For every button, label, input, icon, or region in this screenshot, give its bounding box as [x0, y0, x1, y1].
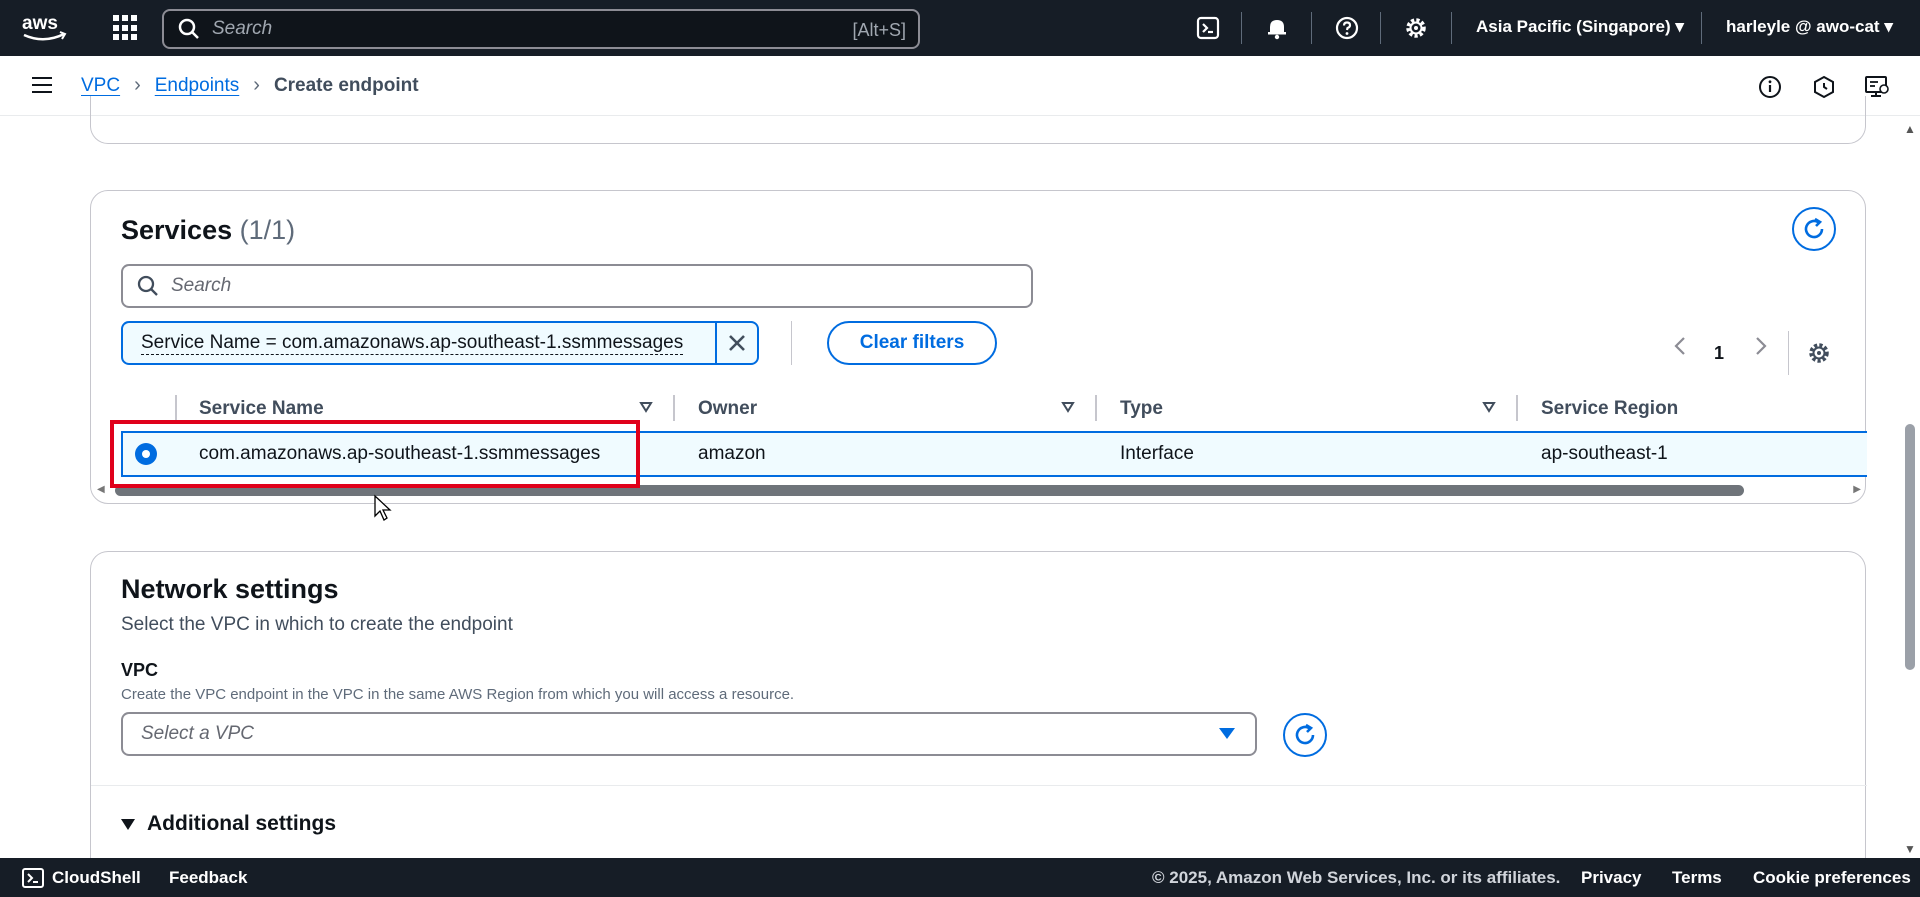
vpc-refresh-button[interactable] — [1283, 713, 1327, 757]
cell-region: ap-southeast-1 — [1541, 443, 1668, 464]
scroll-up-icon[interactable]: ▲ — [1904, 122, 1916, 136]
account-label: harleyle @ awo-cat — [1726, 17, 1880, 36]
notifications-bell-icon[interactable] — [1265, 16, 1289, 40]
next-page-icon[interactable] — [1754, 335, 1768, 357]
services-search-input[interactable]: Search — [121, 264, 1033, 308]
additional-settings-label: Additional settings — [147, 812, 336, 835]
help-icon[interactable] — [1335, 16, 1359, 40]
sort-down-icon[interactable] — [639, 400, 653, 414]
sort-down-icon[interactable] — [1482, 400, 1496, 414]
pager-divider — [1788, 331, 1789, 375]
vpc-label: VPC — [121, 660, 159, 680]
additional-settings-toggle[interactable]: Additional settings — [121, 812, 336, 836]
caret-down-icon: ▾ — [1884, 17, 1893, 36]
caret-down-icon: ▾ — [1675, 17, 1684, 36]
section-divider — [91, 785, 1867, 786]
global-search-input[interactable]: Search [Alt+S] — [162, 9, 920, 49]
account-menu[interactable]: harleyle @ awo-cat ▾ — [1726, 17, 1893, 37]
footer-privacy-link[interactable]: Privacy — [1581, 868, 1642, 888]
network-settings-panel: Network settings Select the VPC in which… — [90, 551, 1867, 891]
filter-divider — [791, 321, 792, 365]
region-selector[interactable]: Asia Pacific (Singapore) ▾ — [1476, 17, 1684, 37]
column-header-service-name[interactable]: Service Name — [199, 398, 324, 420]
filter-token[interactable]: Service Name = com.amazonaws.ap-southeas… — [121, 321, 759, 365]
refresh-icon — [1804, 217, 1824, 239]
nav-divider — [1451, 12, 1452, 44]
page-number[interactable]: 1 — [1714, 343, 1724, 364]
feedback-monitor-icon[interactable] — [1864, 75, 1890, 99]
chevron-right-icon: › — [253, 74, 260, 96]
column-divider[interactable] — [673, 395, 675, 421]
sort-down-icon[interactable] — [1061, 400, 1075, 414]
hamburger-menu-icon[interactable] — [32, 77, 52, 93]
column-divider[interactable] — [1095, 395, 1097, 421]
previous-panel — [90, 96, 1866, 144]
breadcrumb: VPC › Endpoints › Create endpoint — [81, 74, 419, 97]
services-search-placeholder: Search — [171, 275, 232, 296]
cloudshell-icon[interactable] — [22, 868, 44, 888]
search-icon — [137, 275, 158, 296]
network-settings-description: Select the VPC in which to create the en… — [121, 614, 513, 635]
column-header-owner[interactable]: Owner — [698, 398, 757, 420]
breadcrumb-vpc-link[interactable]: VPC — [81, 75, 120, 97]
aws-logo-icon[interactable]: aws — [20, 12, 70, 44]
services-count: (1/1) — [239, 215, 296, 245]
footer-terms-link[interactable]: Terms — [1672, 868, 1722, 888]
scroll-right-icon[interactable]: ▶ — [1853, 484, 1861, 495]
breadcrumb-current: Create endpoint — [273, 74, 419, 96]
services-title: Services — [121, 215, 233, 245]
search-shortcut: [Alt+S] — [852, 20, 906, 40]
svg-text:aws: aws — [22, 13, 58, 34]
table-settings-gear-icon[interactable] — [1807, 341, 1831, 365]
vpc-select-placeholder: Select a VPC — [141, 723, 254, 744]
cell-type: Interface — [1120, 443, 1194, 464]
page-vertical-scrollbar[interactable]: ▲ ▼ — [1900, 116, 1920, 858]
nav-divider — [1701, 12, 1702, 44]
highlight-box — [110, 420, 640, 488]
footer-feedback-link[interactable]: Feedback — [169, 868, 247, 888]
filter-token-label[interactable]: Service Name = com.amazonaws.ap-southeas… — [141, 332, 684, 355]
caret-down-icon — [121, 818, 135, 830]
services-heading: Services (1/1) — [121, 215, 295, 246]
column-header-service-region[interactable]: Service Region — [1541, 398, 1678, 420]
column-header-type[interactable]: Type — [1120, 398, 1163, 420]
scrollbar-thumb[interactable] — [1905, 424, 1915, 670]
footer-cloudshell-link[interactable]: CloudShell — [52, 868, 141, 888]
caret-down-icon — [1219, 728, 1235, 739]
mouse-cursor-icon — [374, 494, 392, 521]
services-refresh-button[interactable] — [1792, 207, 1836, 251]
clear-filters-button[interactable]: Clear filters — [827, 321, 997, 365]
nav-divider — [1241, 12, 1242, 44]
scroll-down-icon[interactable]: ▼ — [1904, 842, 1916, 856]
vpc-help-text: Create the VPC endpoint in the VPC in th… — [121, 686, 795, 703]
cell-owner: amazon — [698, 443, 766, 464]
breadcrumb-endpoints-link[interactable]: Endpoints — [155, 75, 240, 97]
services-menu-icon[interactable] — [113, 15, 139, 41]
remove-filter-button[interactable] — [715, 323, 757, 363]
cloudshell-icon[interactable] — [1196, 16, 1220, 40]
column-divider[interactable] — [1516, 395, 1518, 421]
network-settings-heading: Network settings — [121, 574, 339, 604]
nav-divider — [1380, 12, 1381, 44]
nav-divider — [1311, 12, 1312, 44]
chevron-right-icon: › — [134, 74, 141, 96]
footer-bar: CloudShell Feedback © 2025, Amazon Web S… — [0, 858, 1920, 897]
top-navigation: aws Search [Alt+S] Asia Pacific (Singapo… — [0, 0, 1920, 56]
column-divider — [175, 395, 177, 421]
refresh-icon — [1295, 723, 1315, 745]
settings-gear-icon[interactable] — [1404, 16, 1428, 40]
search-icon — [178, 18, 199, 39]
global-search-placeholder: Search — [212, 18, 273, 39]
scroll-left-icon[interactable]: ◀ — [97, 484, 105, 495]
prev-page-icon[interactable] — [1673, 335, 1687, 357]
region-label: Asia Pacific (Singapore) — [1476, 17, 1671, 36]
close-icon — [729, 335, 745, 351]
footer-copyright: © 2025, Amazon Web Services, Inc. or its… — [1152, 868, 1561, 887]
footer-cookie-preferences-link[interactable]: Cookie preferences — [1753, 868, 1911, 888]
vpc-select[interactable]: Select a VPC — [121, 712, 1257, 756]
